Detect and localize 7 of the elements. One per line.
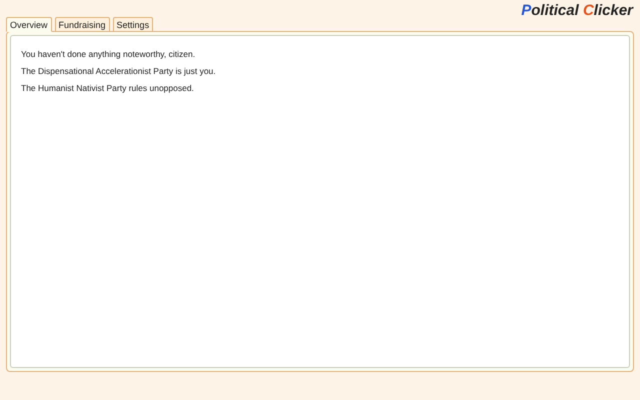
tab[interactable]: Fundraising	[54, 17, 110, 32]
tab[interactable]: Settings	[112, 17, 154, 32]
status-message: The Humanist Nativist Party rules unopposed.	[21, 83, 195, 94]
status-message: The Dispensational Accelerationist Party is just you.	[21, 66, 217, 77]
app-logo: Political Clicker	[521, 2, 633, 19]
status-message: You haven't done anything noteworthy, citizen.	[21, 49, 196, 60]
tab[interactable]: Overview	[6, 17, 52, 32]
